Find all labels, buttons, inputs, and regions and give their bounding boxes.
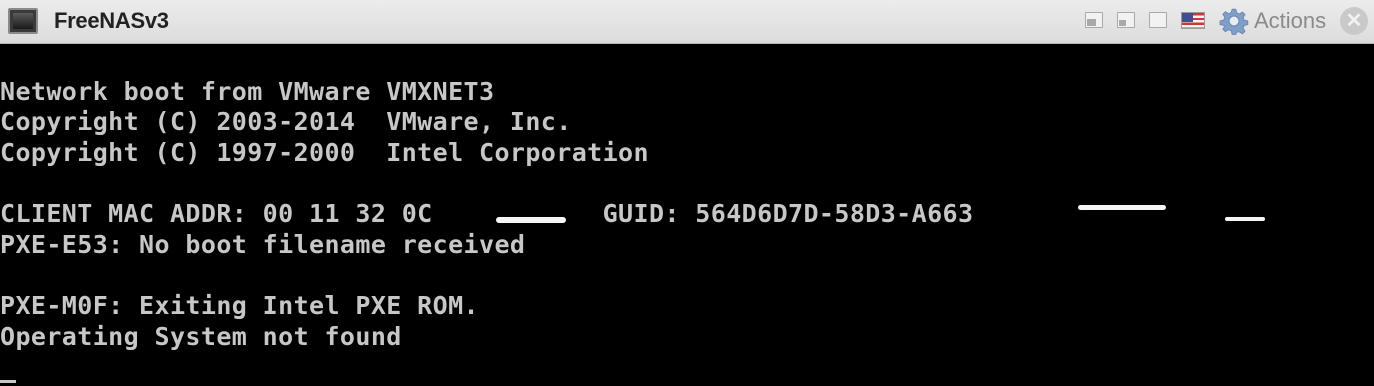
- console-line: PXE-E53: No boot filename received: [0, 230, 526, 259]
- redaction-mark: [1078, 205, 1166, 210]
- console-line: Network boot from VMware VMXNET3: [0, 77, 495, 106]
- actions-menu-button[interactable]: Actions: [1254, 8, 1326, 34]
- maximize-icon[interactable]: [1149, 12, 1167, 28]
- console-line: PXE-M0F: Exiting Intel PXE ROM.: [0, 291, 479, 320]
- console-line: Operating System not found: [0, 322, 402, 351]
- redaction-mark: [496, 217, 566, 223]
- window-title: FreeNASv3: [54, 8, 169, 33]
- us-flag-icon[interactable]: [1181, 12, 1205, 29]
- console-icon: [8, 8, 38, 34]
- console-line: CLIENT MAC ADDR: 00 11 32 0C GUID: 564D6…: [0, 199, 974, 228]
- minimize-icon[interactable]: [1085, 12, 1103, 28]
- text-cursor: [0, 380, 16, 383]
- console-line: Copyright (C) 2003-2014 VMware, Inc.: [0, 107, 572, 136]
- close-icon[interactable]: ✕: [1340, 7, 1368, 35]
- gear-icon[interactable]: [1219, 6, 1249, 36]
- window-titlebar: FreeNASv3 Actions ✕: [0, 0, 1374, 44]
- redaction-mark: [1225, 217, 1265, 221]
- restore-icon[interactable]: [1117, 12, 1135, 28]
- vm-console-screen[interactable]: Network boot from VMware VMXNET3 Copyrig…: [0, 45, 1374, 386]
- console-line: Copyright (C) 1997-2000 Intel Corporatio…: [0, 138, 649, 167]
